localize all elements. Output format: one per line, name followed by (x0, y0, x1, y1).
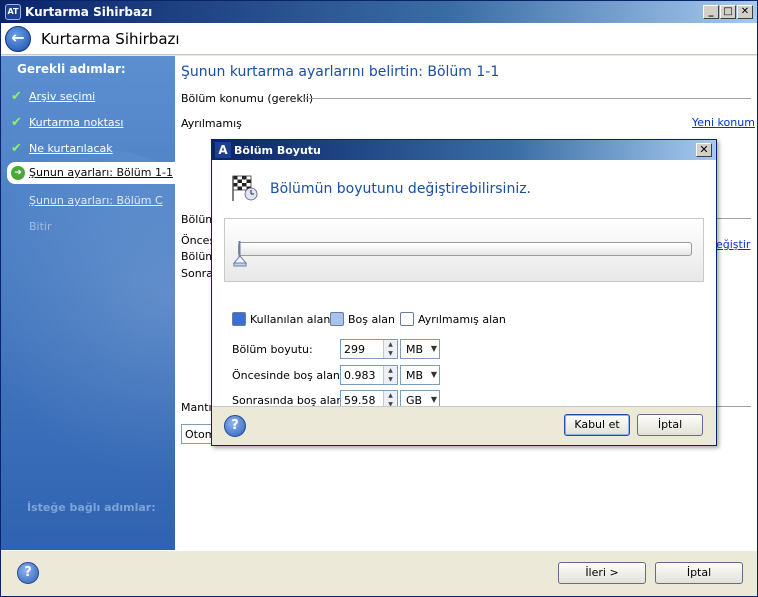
steps-sidebar: Gerekli adımlar: ✔ Arşiv seçimi ✔ Kurtar… (1, 56, 175, 550)
minimize-button[interactable]: _ (703, 5, 719, 19)
partition-size-spinner[interactable]: 299 ▲ ▼ (340, 339, 398, 359)
legend-label: Ayrılmamış alan (418, 313, 506, 326)
checkered-flag-icon (232, 175, 258, 201)
dialog-help-icon[interactable]: ? (224, 415, 246, 437)
unit-value: MB (406, 369, 424, 382)
dialog-heading: Bölümün boyutunu değiştirebilirsiniz. (270, 181, 532, 197)
free-before-label: Öncesinde boş alan: (232, 369, 344, 382)
dialog-body: Bölümün boyutunu değiştirebilirsiniz. Ku… (212, 160, 716, 410)
wizard-header: ← Kurtarma Sihirbazı (1, 23, 757, 55)
chevron-down-icon: ▼ (430, 370, 437, 379)
sidebar-item-finish: Bitir (1, 216, 175, 238)
legend-used-swatch (232, 312, 246, 326)
dialog-title: Bölüm Boyutu (234, 144, 321, 157)
dialog-titlebar[interactable]: A Bölüm Boyutu ✕ (212, 140, 716, 160)
window-title: Kurtarma Sihirbazı (25, 5, 153, 19)
location-value: Ayrılmamış (181, 117, 242, 130)
unit-value: MB (406, 343, 424, 356)
location-group-label: Bölüm konumu (gerekli) (181, 92, 314, 105)
legend-free-swatch (330, 312, 344, 326)
page-title: Şunun kurtarma ayarlarını belirtin: Bölü… (181, 64, 500, 80)
free-before-value: 0.983 (344, 369, 376, 382)
free-before-spinner[interactable]: 0.983 ▲ ▼ (340, 365, 398, 385)
partition-size-unit-select[interactable]: MB ▼ (400, 339, 440, 359)
checkmark-icon: ✔ (11, 141, 22, 156)
sidebar-item-label: Bitir (29, 220, 52, 233)
checkmark-icon: ✔ (11, 89, 22, 104)
window-titlebar[interactable]: AT Kurtarma Sihirbazı _ □ ✕ (1, 1, 757, 23)
partition-size-dialog: A Bölüm Boyutu ✕ Bölümün boyutunu değişt… (211, 139, 717, 446)
wizard-footer: ? İleri > İptal (1, 550, 757, 596)
partition-size-label: Bölüm boyutu: (232, 343, 313, 356)
accept-button[interactable]: Kabul et (564, 414, 630, 436)
maximize-button[interactable]: □ (720, 5, 736, 19)
chevron-down-icon: ▼ (430, 344, 437, 353)
free-before-unit-select[interactable]: MB ▼ (400, 365, 440, 385)
sidebar-item-archive-selection[interactable]: ✔ Arşiv seçimi (1, 86, 175, 108)
spin-up-icon[interactable]: ▲ (383, 391, 397, 400)
checkmark-icon: ✔ (11, 115, 22, 130)
dialog-close-button[interactable]: ✕ (696, 143, 712, 157)
header-title: Kurtarma Sihirbazı (41, 30, 180, 48)
sidebar-item-what-to-recover[interactable]: ✔ Ne kurtarılacak (1, 138, 175, 160)
new-location-link[interactable]: Yeni konum (692, 116, 755, 129)
dialog-cancel-button[interactable]: İptal (637, 414, 703, 436)
partition-size-value: 299 (344, 343, 365, 356)
sidebar-item-recovery-point[interactable]: ✔ Kurtarma noktası (1, 112, 175, 134)
sidebar-item-label: Kurtarma noktası (29, 116, 124, 129)
next-button[interactable]: İleri > (558, 562, 646, 584)
acronis-logo-icon: A (215, 142, 231, 158)
spin-up-icon[interactable]: ▲ (383, 340, 397, 349)
required-steps-heading: Gerekli adımlar: (17, 62, 126, 76)
spin-up-icon[interactable]: ▲ (383, 366, 397, 375)
legend-label: Boş alan (348, 313, 396, 326)
group-divider (303, 98, 751, 99)
chevron-down-icon: ▼ (430, 395, 437, 404)
sidebar-item-label: Arşiv seçimi (29, 90, 96, 103)
sidebar-item-label: Şunun ayarları: Bölüm 1-1 (29, 166, 173, 179)
current-step-arrow-icon: ➜ (11, 166, 25, 180)
cancel-button[interactable]: İptal (655, 562, 743, 584)
legend-unallocated-swatch (400, 312, 414, 326)
legend-label: Kullanılan alan (250, 313, 331, 326)
partition-size-slider-area (224, 218, 704, 282)
sidebar-item-settings-partition-c[interactable]: Şunun ayarları: Bölüm C (1, 190, 175, 212)
dialog-footer: ? Kabul et İptal (212, 406, 716, 445)
slider-handle-icon[interactable] (232, 241, 250, 267)
sidebar-item-settings-partition-1-1[interactable]: ➜ Şunun ayarları: Bölüm 1-1 (7, 162, 175, 184)
partition-size-track[interactable] (238, 242, 692, 256)
app-icon: AT (5, 4, 21, 20)
help-icon[interactable]: ? (17, 562, 39, 584)
sidebar-item-label: Ne kurtarılacak (29, 142, 113, 155)
optional-steps-heading: İsteğe bağlı adımlar: (27, 501, 156, 514)
after-label: Sonra (181, 267, 213, 280)
spin-down-icon[interactable]: ▼ (383, 375, 397, 384)
back-arrow-icon[interactable]: ← (5, 26, 31, 52)
close-button[interactable]: ✕ (737, 5, 753, 19)
sidebar-item-label: Şunun ayarları: Bölüm C (29, 194, 163, 207)
spin-down-icon[interactable]: ▼ (383, 349, 397, 358)
